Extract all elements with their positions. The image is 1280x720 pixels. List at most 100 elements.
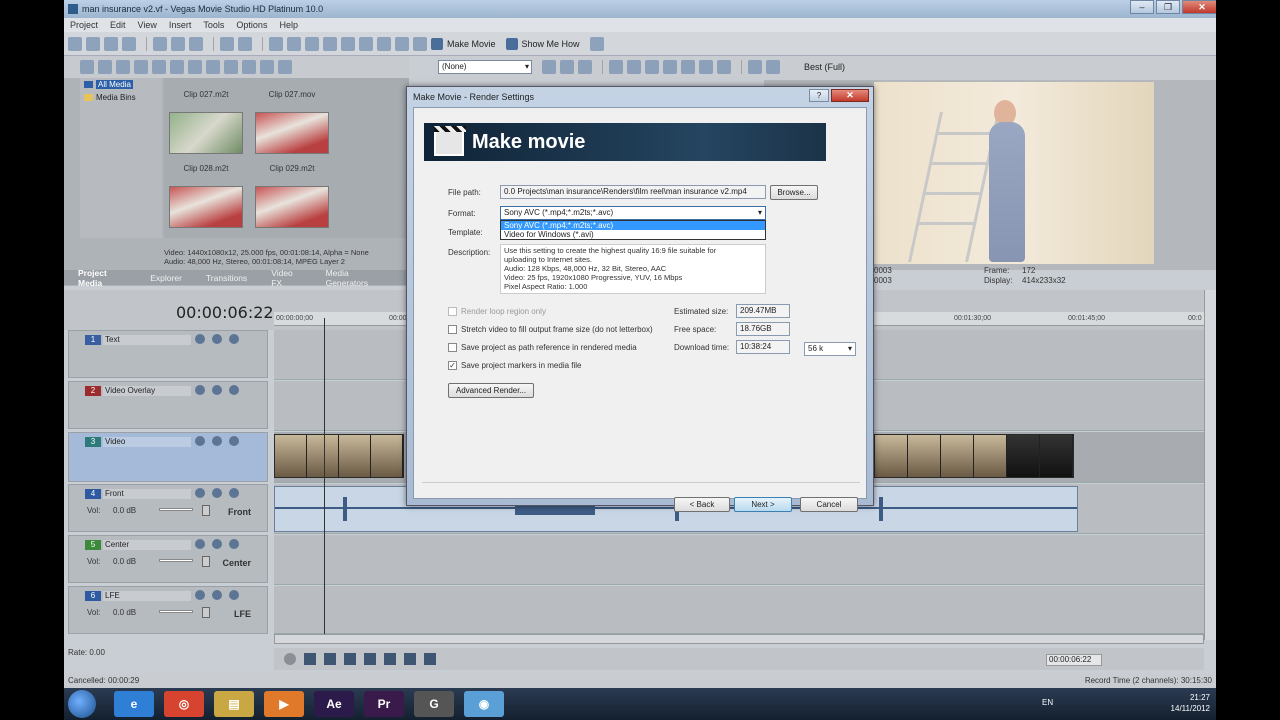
plugin-chooser-icon[interactable] (560, 60, 574, 74)
split-screen-icon[interactable] (609, 60, 623, 74)
volume-slider[interactable] (159, 505, 210, 516)
undo-icon[interactable] (220, 36, 234, 51)
lock-envelopes-icon[interactable] (359, 36, 373, 51)
new-project-icon[interactable] (68, 36, 82, 51)
media-clip[interactable]: Clip 027.mov (252, 90, 332, 102)
select-tool-icon[interactable] (287, 36, 301, 51)
tab-project-media[interactable]: Project Media (78, 268, 126, 288)
extract-audio-icon[interactable] (134, 60, 148, 74)
capture-video-icon[interactable] (98, 60, 112, 74)
timeline-vertical-scrollbar[interactable] (1204, 290, 1216, 640)
track-name[interactable]: Text (103, 335, 191, 345)
app-icon[interactable]: G (414, 691, 454, 717)
track-fx-icon[interactable] (195, 385, 205, 395)
vegas-taskbar-icon[interactable]: ◉ (464, 691, 504, 717)
track-name[interactable]: Video Overlay (103, 386, 191, 396)
tree-item-media-bins[interactable]: Media Bins (80, 93, 162, 104)
track-header-video[interactable]: 3 Video (68, 432, 268, 482)
tab-transitions[interactable]: Transitions (206, 273, 247, 283)
premiere-icon[interactable]: Pr (364, 691, 404, 717)
track-lane-center[interactable] (274, 535, 1204, 585)
fx-icon[interactable] (542, 60, 556, 74)
make-movie-button[interactable]: Make Movie (431, 37, 496, 50)
menu-view[interactable]: View (138, 20, 157, 30)
auto-preview-icon[interactable] (206, 60, 220, 74)
copy-icon[interactable] (171, 36, 185, 51)
menu-help[interactable]: Help (279, 20, 298, 30)
solo-icon[interactable] (229, 539, 239, 549)
loop-icon[interactable] (304, 653, 316, 665)
search-icon[interactable] (278, 60, 292, 74)
fx-preset-select[interactable]: (None) (438, 60, 532, 74)
next-button[interactable]: Next > (734, 497, 792, 512)
menu-edit[interactable]: Edit (110, 20, 126, 30)
play-from-start-icon[interactable] (324, 653, 336, 665)
show-me-how-button[interactable]: Show Me How (505, 37, 580, 50)
internet-explorer-icon[interactable]: e (114, 691, 154, 717)
ignore-grouping-icon[interactable] (377, 36, 391, 51)
go-to-start-icon[interactable] (404, 653, 416, 665)
track-header-video-overlay[interactable]: 2 Video Overlay (68, 381, 268, 429)
track-name[interactable]: Front (103, 489, 191, 499)
media-clip[interactable]: Clip 028.m2t (166, 106, 246, 228)
solo-icon[interactable] (229, 385, 239, 395)
solo-icon[interactable] (229, 436, 239, 446)
mute-icon[interactable] (212, 334, 222, 344)
cancel-button[interactable]: Cancel (800, 497, 858, 512)
system-clock[interactable]: 21:27 14/11/2012 (1171, 692, 1210, 714)
crop-icon[interactable] (578, 60, 592, 74)
stop-icon[interactable] (384, 653, 396, 665)
dialog-close-button[interactable]: ✕ (831, 89, 869, 102)
chrome-icon[interactable]: ◎ (164, 691, 204, 717)
track-header-center[interactable]: 5 Center Vol: 0.0 dB Center (68, 535, 268, 583)
media-properties-icon[interactable] (188, 60, 202, 74)
external-monitor-icon[interactable] (699, 60, 713, 74)
tab-video-fx[interactable]: Video FX (271, 268, 301, 288)
close-button[interactable]: ✕ (1182, 0, 1216, 14)
tree-item-all-media[interactable]: All Media (80, 80, 162, 91)
stretch-video-checkbox[interactable]: Stretch video to fill output frame size … (448, 325, 653, 334)
views-icon[interactable] (260, 60, 274, 74)
advanced-render-button[interactable]: Advanced Render... (448, 383, 534, 398)
snap-icon[interactable] (323, 36, 337, 51)
language-indicator[interactable]: EN (1042, 698, 1053, 707)
crossfade-icon[interactable] (395, 36, 409, 51)
track-name[interactable]: Center (103, 540, 191, 550)
tab-explorer[interactable]: Explorer (150, 273, 182, 283)
track-fx-icon[interactable] (195, 334, 205, 344)
play-preview-icon[interactable] (224, 60, 238, 74)
media-clip[interactable]: Clip 027.m2t (166, 90, 246, 102)
video-event[interactable] (874, 434, 1074, 478)
menu-tools[interactable]: Tools (203, 20, 224, 30)
timeline-horizontal-scrollbar[interactable] (274, 634, 1204, 644)
video-event[interactable] (274, 434, 404, 478)
tab-media-generators[interactable]: Media Generators (326, 268, 385, 288)
stop-preview-icon[interactable] (242, 60, 256, 74)
menu-project[interactable]: Project (70, 20, 98, 30)
play-icon[interactable] (344, 653, 356, 665)
pause-icon[interactable] (364, 653, 376, 665)
track-name[interactable]: LFE (103, 591, 191, 601)
playhead-cursor[interactable] (324, 318, 325, 644)
safe-areas-icon[interactable] (663, 60, 677, 74)
zoom-tool-icon[interactable] (305, 36, 319, 51)
marker-icon[interactable] (413, 36, 427, 51)
overlays-icon[interactable] (627, 60, 641, 74)
save-snapshot-icon[interactable] (766, 60, 780, 74)
redo-icon[interactable] (238, 36, 252, 51)
mute-icon[interactable] (212, 539, 222, 549)
dialog-help-button[interactable]: ? (809, 89, 829, 102)
after-effects-icon[interactable]: Ae (314, 691, 354, 717)
volume-slider[interactable] (159, 556, 210, 567)
edit-tool-icon[interactable] (269, 36, 283, 51)
import-media-icon[interactable] (80, 60, 94, 74)
properties-icon[interactable] (122, 36, 136, 51)
solo-icon[interactable] (229, 590, 239, 600)
browse-button[interactable]: Browse... (770, 185, 818, 200)
copy-snapshot-icon[interactable] (717, 60, 731, 74)
media-player-icon[interactable]: ▶ (264, 691, 304, 717)
solo-icon[interactable] (229, 334, 239, 344)
back-button[interactable]: < Back (674, 497, 730, 512)
track-header-lfe[interactable]: 6 LFE Vol: 0.0 dB LFE (68, 586, 268, 634)
go-to-end-icon[interactable] (424, 653, 436, 665)
